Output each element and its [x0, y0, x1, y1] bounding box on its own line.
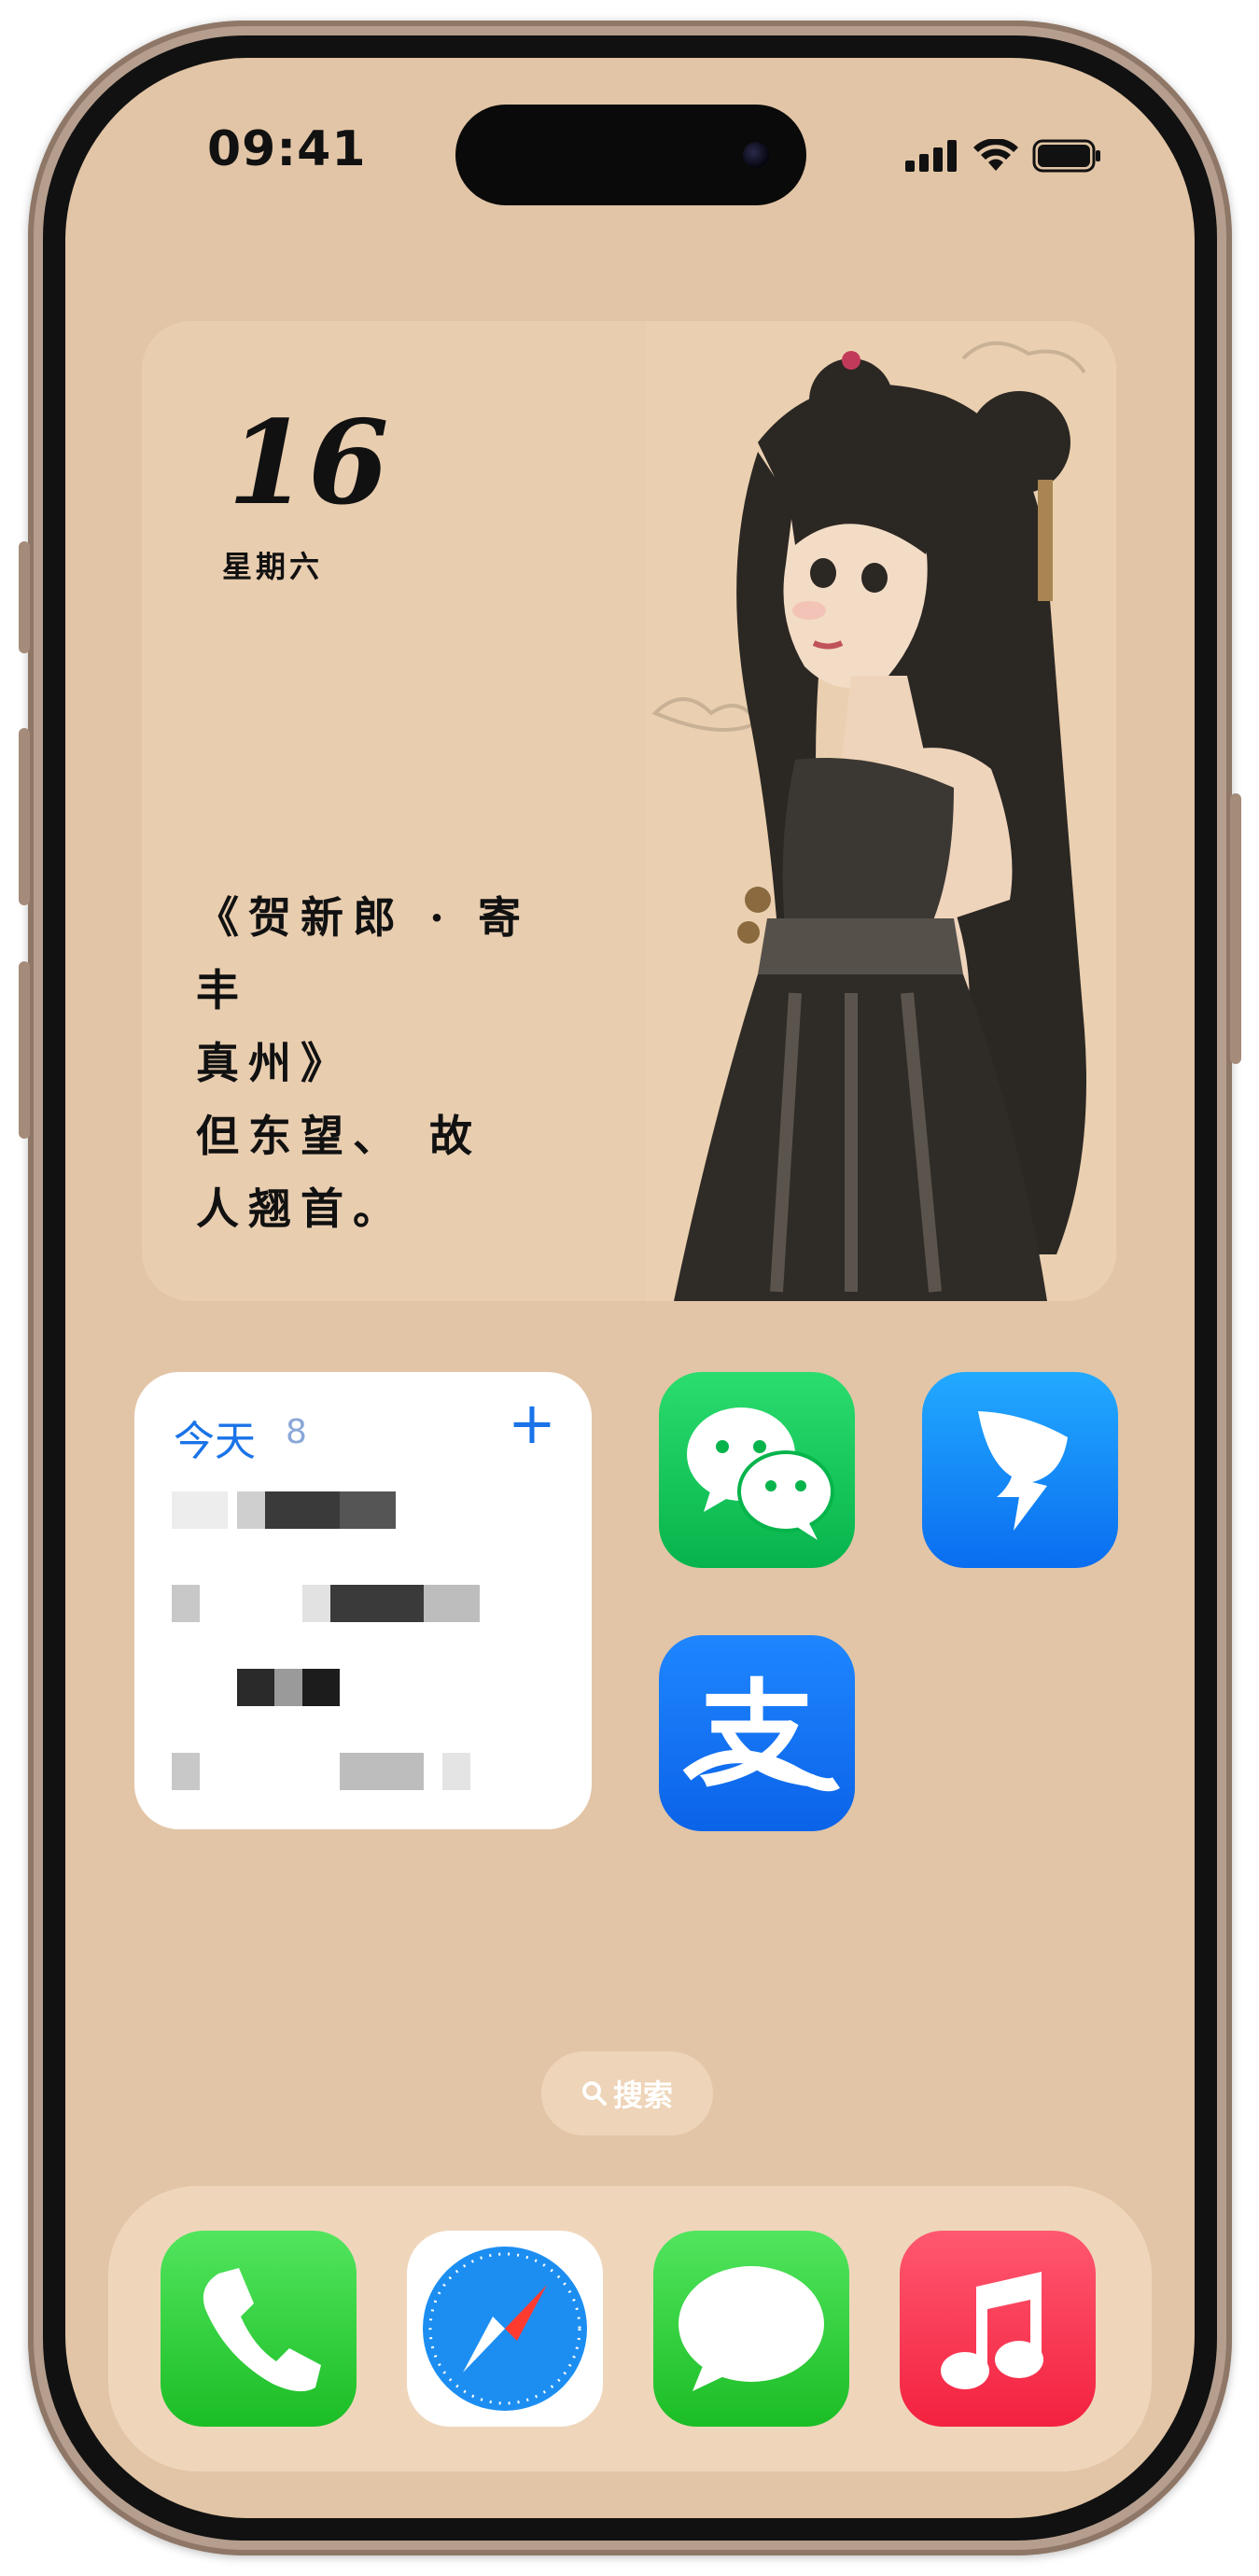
ink-girl-illustration [646, 321, 1116, 1301]
home-screen: 09:41 16 星期六 《贺新郎 · 寄丰 真州》 但东望、 故 人翘首。 今… [65, 58, 1195, 2518]
search-label: 搜索 [612, 2078, 673, 2113]
dynamic-island [455, 105, 806, 205]
music-app[interactable] [900, 2231, 1096, 2427]
battery-icon [1032, 139, 1100, 173]
poem-line: 《贺新郎 · 寄丰 [196, 892, 531, 1015]
poem-line: 人翘首。 [196, 1183, 405, 1234]
poem-line: 但东望、 故 [196, 1111, 483, 1161]
reminders-count: 8 [286, 1413, 307, 1451]
power-button [1230, 793, 1241, 1064]
reminder-item[interactable] [172, 1585, 489, 1622]
wechat-app[interactable] [659, 1372, 855, 1568]
volume-up-button [19, 728, 30, 905]
status-icons [905, 133, 1101, 179]
search-button[interactable]: 搜索 [541, 2051, 713, 2135]
alipay-app[interactable]: 支 [659, 1635, 855, 1831]
action-button [19, 541, 30, 653]
safari-app[interactable] [407, 2231, 603, 2427]
cellular-signal-icon [905, 140, 957, 172]
wifi-icon [973, 139, 1018, 171]
music-note-icon [941, 2272, 1043, 2389]
dingtalk-app[interactable] [922, 1372, 1118, 1568]
safari-icon [423, 2247, 587, 2411]
status-time: 09:41 [207, 121, 367, 177]
reminders-title: 今天 [174, 1418, 256, 1465]
alipay-icon: 支 [682, 1669, 841, 1803]
date-weekday: 星期六 [222, 549, 324, 584]
reminder-item[interactable] [172, 1491, 452, 1529]
dock [108, 2186, 1152, 2471]
phone-icon [203, 2268, 321, 2392]
dingtalk-icon [978, 1411, 1068, 1531]
add-reminder-button[interactable]: + [508, 1394, 556, 1452]
date-day: 16 [228, 396, 389, 531]
poem-line: 真州》 [196, 1038, 353, 1088]
photo-widget[interactable]: 16 星期六 《贺新郎 · 寄丰 真州》 但东望、 故 人翘首。 [142, 321, 1116, 1301]
messages-app[interactable] [653, 2231, 849, 2427]
phone-app[interactable] [161, 2231, 357, 2427]
svg-text:支: 支 [699, 1669, 815, 1803]
reminder-item[interactable] [172, 1753, 526, 1790]
wechat-icon [687, 1407, 834, 1540]
reminder-item[interactable] [172, 1669, 526, 1706]
poem-text: 《贺新郎 · 寄丰 真州》 但东望、 故 人翘首。 [196, 881, 569, 1245]
messages-icon [678, 2266, 824, 2391]
search-icon [581, 2081, 607, 2106]
volume-down-button [19, 961, 30, 1139]
reminders-widget[interactable]: 今天 8 + [134, 1372, 592, 1829]
camera-icon [743, 142, 769, 168]
